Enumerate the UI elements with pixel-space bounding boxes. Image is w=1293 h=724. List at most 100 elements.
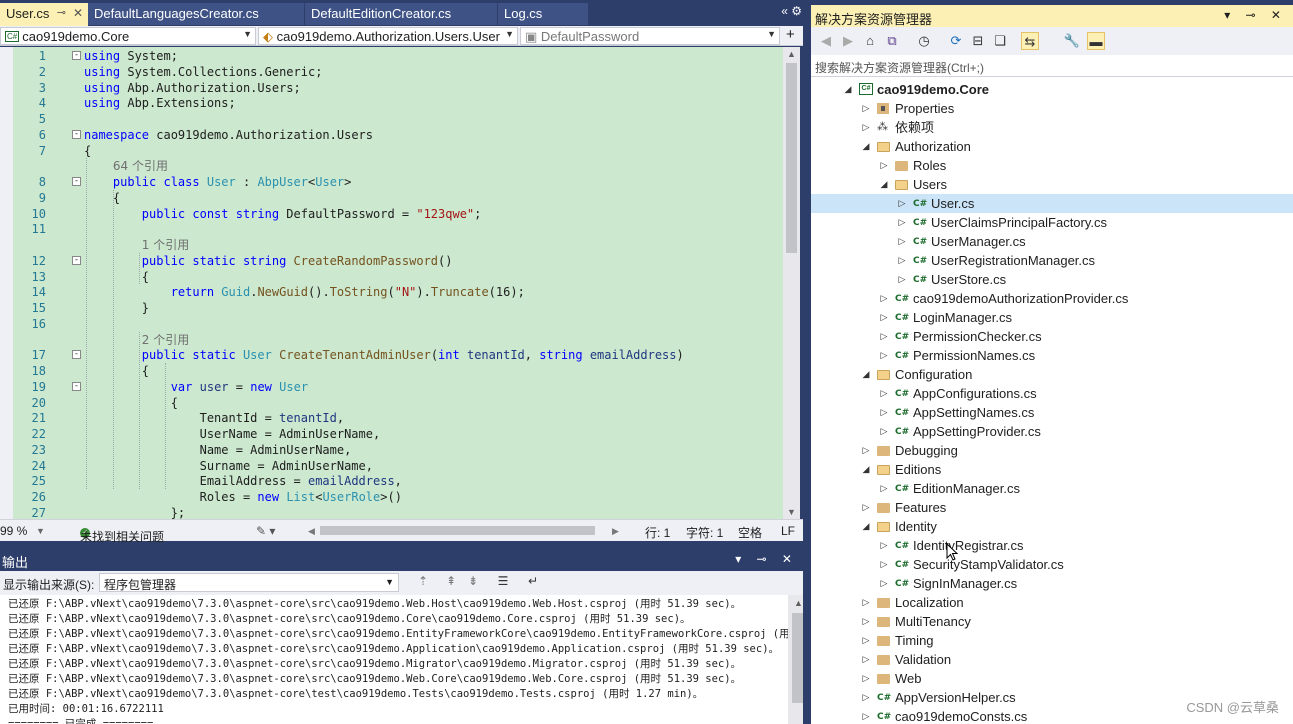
sync-icon[interactable]: ⟳ [947, 32, 965, 50]
tree-item[interactable]: ▷ C# SecurityStampValidator.cs [811, 555, 1293, 574]
editor-vertical-scrollbar[interactable]: ▲ ▼ [783, 47, 800, 519]
collapsed-arrow-icon[interactable]: ▷ [861, 612, 871, 631]
tree-item[interactable]: ▷ Web [811, 669, 1293, 688]
expanded-arrow-icon[interactable]: ◢ [879, 175, 889, 194]
code-line[interactable]: 17 - public static User CreateTenantAdmin… [0, 347, 783, 363]
back-icon[interactable]: ◀ [817, 32, 835, 50]
code-line[interactable]: 12- public static string CreateRandomPas… [0, 253, 783, 269]
zoom-level[interactable]: 99 % [0, 524, 27, 538]
tab-log-cs[interactable]: Log.cs [498, 3, 588, 25]
scrollbar-thumb[interactable] [792, 613, 803, 703]
collapsed-arrow-icon[interactable]: ▷ [897, 213, 907, 232]
code-line[interactable]: 19 - var user = new User [0, 379, 783, 395]
collapsed-arrow-icon[interactable]: ▷ [861, 441, 871, 460]
tree-item[interactable]: ▷ MultiTenancy [811, 612, 1293, 631]
horizontal-scrollbar-thumb[interactable] [320, 526, 595, 535]
tree-item[interactable]: ▷ C# UserManager.cs [811, 232, 1293, 251]
tree-item[interactable]: ▷ C# UserRegistrationManager.cs [811, 251, 1293, 270]
fold-toggle-icon[interactable]: - [72, 51, 81, 60]
code-line[interactable]: 9 { [0, 190, 783, 206]
tree-item[interactable]: ◢ Users [811, 175, 1293, 194]
brush-icon[interactable]: ✎ ▾ [256, 524, 275, 538]
code-line[interactable]: 6 - namespace cao919demo.Authorization.Use… [0, 127, 783, 143]
tab-default-edition-creator[interactable]: DefaultEditionCreator.cs [305, 3, 497, 25]
forward-icon[interactable]: ▶ [839, 32, 857, 50]
scroll-right-icon[interactable]: ▶ [612, 526, 619, 537]
tree-item[interactable]: ▷ C# User.cs [811, 194, 1293, 213]
tree-item[interactable]: ▷ Features [811, 498, 1293, 517]
code-line[interactable]: 16 [0, 316, 783, 332]
tree-item[interactable]: ▷ Timing [811, 631, 1293, 650]
solution-explorer-search[interactable]: 搜索解决方案资源管理器(Ctrl+;) [811, 55, 1293, 77]
collapsed-arrow-icon[interactable]: ▷ [879, 536, 889, 555]
collapsed-arrow-icon[interactable]: ▷ [879, 574, 889, 593]
collapsed-arrow-icon[interactable]: ▷ [879, 384, 889, 403]
code-line[interactable]: 5 [0, 111, 783, 127]
pin-icon[interactable]: ⊸ [57, 6, 66, 19]
collapse-all-icon[interactable]: ⊟ [969, 32, 987, 50]
tree-item[interactable]: ▷ C# UserStore.cs [811, 270, 1293, 289]
collapsed-arrow-icon[interactable]: ▷ [897, 270, 907, 289]
tree-item[interactable]: ▷ Roles [811, 156, 1293, 175]
code-line[interactable]: 2 using System.Collections.Generic; [0, 64, 783, 80]
collapsed-arrow-icon[interactable]: ▷ [897, 251, 907, 270]
code-line[interactable]: 24 Surname = AdminUserName, [0, 458, 783, 474]
tree-item[interactable]: ▷ Localization [811, 593, 1293, 612]
code-line[interactable]: 20 { [0, 395, 783, 411]
scroll-up-icon[interactable]: ▲ [794, 598, 803, 608]
tree-item[interactable]: ▷ C# PermissionChecker.cs [811, 327, 1293, 346]
code-line[interactable]: 4 using Abp.Extensions; [0, 95, 783, 111]
code-line[interactable]: 2 个引用 [0, 332, 783, 348]
tab-default-languages-creator[interactable]: DefaultLanguagesCreator.cs [88, 3, 304, 25]
expanded-arrow-icon[interactable]: ◢ [861, 365, 871, 384]
output-text[interactable]: 已还原 F:\ABP.vNext\cao919demo\7.3.0\aspnet… [0, 595, 788, 724]
tree-item[interactable]: ▷ Properties [811, 99, 1293, 118]
code-line[interactable]: 11 [0, 221, 783, 237]
pane-controls[interactable]: ▾ ⊸ ✕ [735, 552, 798, 566]
fold-toggle-icon[interactable]: - [72, 255, 81, 265]
close-icon[interactable]: ✕ [73, 6, 83, 20]
tree-item[interactable]: ◢ C# cao919demo.Core [811, 80, 1293, 99]
eol-indicator[interactable]: LF [781, 524, 795, 538]
collapsed-arrow-icon[interactable]: ▷ [879, 327, 889, 346]
scroll-up-icon[interactable]: ▲ [787, 49, 796, 59]
code-line[interactable]: 15 } [0, 300, 783, 316]
scrollbar-thumb[interactable] [786, 63, 797, 253]
preview-selected-items-icon[interactable]: ▬ [1087, 32, 1105, 50]
tree-item[interactable]: ▷ C# SignInManager.cs [811, 574, 1293, 593]
tree-item[interactable]: ▷ C# LoginManager.cs [811, 308, 1293, 327]
pane-splitter[interactable] [803, 0, 811, 724]
switch-views-icon[interactable]: ⧉ [883, 32, 901, 50]
code-line[interactable]: 21 TenantId = tenantId, [0, 410, 783, 426]
collapsed-arrow-icon[interactable]: ▷ [861, 593, 871, 612]
code-line[interactable]: 22 UserName = AdminUserName, [0, 426, 783, 442]
split-editor-icon[interactable]: + [786, 26, 795, 43]
collapsed-arrow-icon[interactable]: ▷ [879, 289, 889, 308]
tree-item[interactable]: ▷ C# AppConfigurations.cs [811, 384, 1293, 403]
collapsed-arrow-icon[interactable]: ▷ [897, 194, 907, 213]
collapsed-arrow-icon[interactable]: ▷ [879, 479, 889, 498]
type-dropdown[interactable]: ⬖ cao919demo.Authorization.Users.User ▼ [258, 27, 518, 45]
code-line[interactable]: 1 - using System; [0, 48, 783, 64]
expanded-arrow-icon[interactable]: ◢ [861, 517, 871, 536]
fold-toggle-icon[interactable]: - [72, 177, 81, 186]
tree-item[interactable]: ▷ Validation [811, 650, 1293, 669]
home-icon[interactable]: ⌂ [861, 32, 879, 50]
tree-item[interactable]: ▷ ⁂ 依赖项 [811, 118, 1293, 137]
code-editor[interactable]: 1- using System; 2 using System.Collections… [0, 47, 783, 519]
code-line[interactable]: 8 - public class User : AbpUser<User> [0, 174, 783, 190]
collapsed-arrow-icon[interactable]: ▷ [897, 232, 907, 251]
collapsed-arrow-icon[interactable]: ▷ [879, 308, 889, 327]
code-line[interactable]: 7{ [0, 143, 783, 159]
fold-toggle-icon[interactable]: - [72, 350, 81, 360]
code-line[interactable]: 26 Roles = new List<UserRole>() [0, 489, 783, 505]
code-line[interactable]: 13 { [0, 269, 783, 285]
code-line[interactable]: 25 EmailAddress = emailAddress, [0, 473, 783, 489]
tree-item[interactable]: ▷ C# cao919demoAuthorizationProvider.cs [811, 289, 1293, 308]
collapsed-arrow-icon[interactable]: ▷ [861, 707, 871, 724]
scroll-down-icon[interactable]: ▼ [787, 507, 796, 517]
tree-item[interactable]: ◢ Identity [811, 517, 1293, 536]
tree-item[interactable]: ▷ Debugging [811, 441, 1293, 460]
chevron-down-icon[interactable]: ▼ [36, 526, 45, 536]
collapsed-arrow-icon[interactable]: ▷ [879, 346, 889, 365]
